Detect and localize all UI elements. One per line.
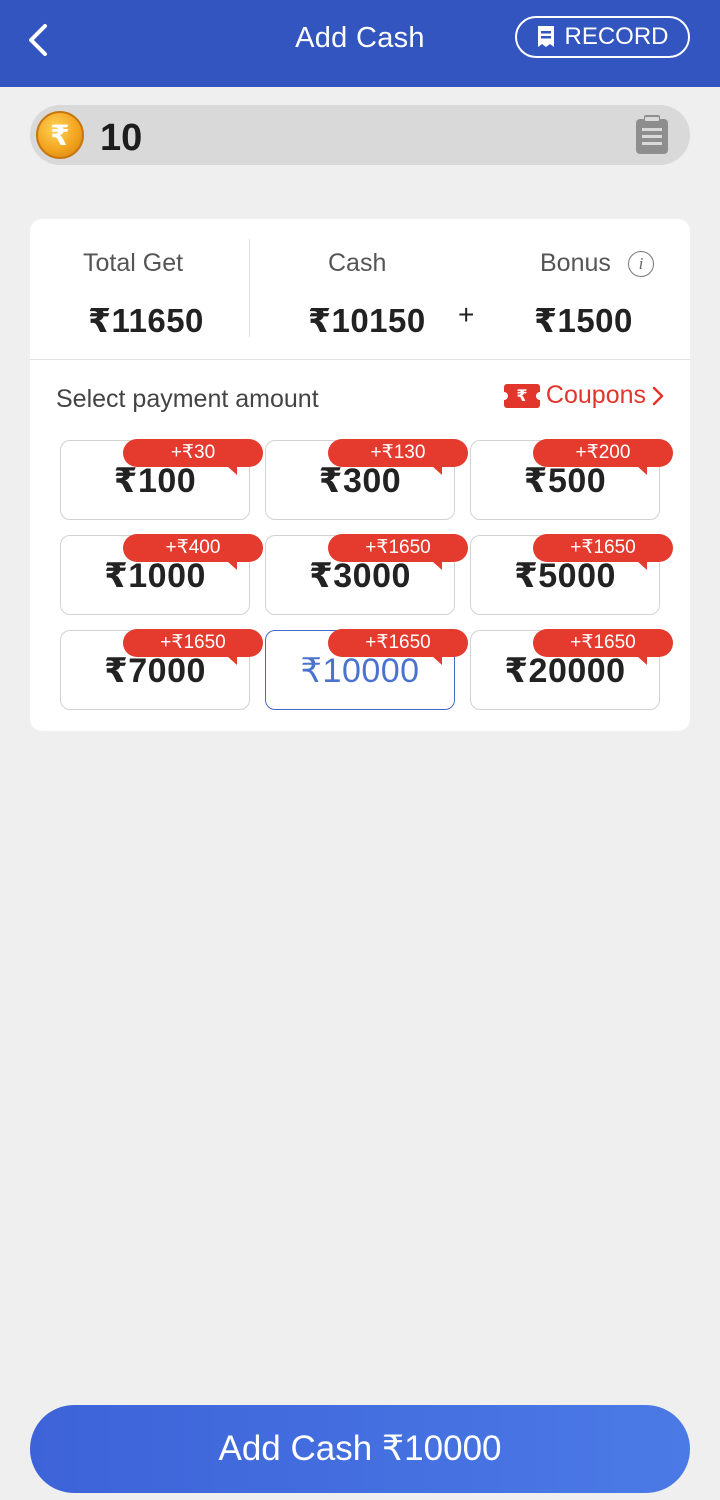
- total-get-value: ₹11650: [88, 302, 204, 339]
- section-divider: [30, 359, 690, 360]
- info-icon[interactable]: i: [628, 251, 654, 277]
- bonus-tag: +₹1650: [123, 629, 263, 665]
- add-cash-button[interactable]: Add Cash ₹10000: [30, 1405, 690, 1493]
- cash-value: ₹10150: [308, 302, 426, 339]
- plus-sign: +: [458, 299, 475, 330]
- amount-value: ₹7000: [104, 652, 206, 690]
- total-get-label: Total Get: [83, 249, 184, 277]
- amount-option[interactable]: +₹200 ₹500: [470, 439, 673, 520]
- amount-option[interactable]: +₹1650 ₹3000: [265, 534, 468, 615]
- amount-option[interactable]: +₹1650 ₹7000: [60, 629, 263, 710]
- amount-option-selected[interactable]: +₹1650 ₹10000: [265, 629, 468, 710]
- bonus-tag: +₹30: [123, 439, 263, 475]
- amount-value: ₹500: [523, 462, 607, 500]
- bonus-tag: +₹1650: [533, 629, 673, 665]
- amount-value: ₹5000: [514, 557, 616, 595]
- amount-value: ₹10000: [300, 652, 420, 690]
- summary-divider: [249, 239, 250, 337]
- bonus-value: ₹1500: [534, 302, 633, 339]
- clipboard-button[interactable]: [634, 115, 670, 155]
- balance-bar: ₹ 10: [30, 105, 690, 165]
- amount-option[interactable]: +₹400 ₹1000: [60, 534, 263, 615]
- amount-value: ₹300: [318, 462, 402, 500]
- add-cash-screen: Add Cash RECORD ₹ 10 Total Get ₹11650 Ca…: [0, 0, 720, 1500]
- add-cash-label: Add Cash ₹10000: [218, 1429, 502, 1468]
- top-app-bar: Add Cash RECORD: [0, 0, 720, 87]
- amount-option[interactable]: +₹1650 ₹5000: [470, 534, 673, 615]
- coupon-ticket-icon: ₹: [499, 383, 544, 408]
- amount-option[interactable]: +₹30 ₹100: [60, 439, 263, 520]
- bonus-label: Bonus: [540, 249, 611, 277]
- rupee-coin-icon: ₹: [36, 111, 84, 159]
- balance-value: 10: [100, 117, 143, 159]
- receipt-icon: [538, 26, 555, 47]
- bonus-tag: +₹200: [533, 439, 673, 475]
- chevron-right-icon: [652, 386, 664, 405]
- select-amount-label: Select payment amount: [56, 385, 319, 413]
- record-button[interactable]: RECORD: [515, 16, 690, 58]
- amount-value: ₹3000: [309, 557, 411, 595]
- cash-label: Cash: [328, 249, 387, 277]
- bonus-tag: +₹1650: [328, 629, 468, 665]
- summary-section: Total Get ₹11650 Cash ₹10150 + Bonus i ₹…: [30, 219, 690, 359]
- coupons-label: Coupons: [545, 381, 646, 409]
- bonus-tag: +₹1650: [533, 534, 673, 570]
- payment-card: Total Get ₹11650 Cash ₹10150 + Bonus i ₹…: [30, 219, 690, 731]
- amount-option[interactable]: +₹130 ₹300: [265, 439, 468, 520]
- amount-option[interactable]: +₹1650 ₹20000: [470, 629, 673, 710]
- bonus-tag: +₹1650: [328, 534, 468, 570]
- amount-value: ₹20000: [504, 652, 626, 690]
- record-label: RECORD: [564, 23, 669, 50]
- coupons-link[interactable]: ₹ Coupons: [499, 381, 664, 410]
- amount-value: ₹1000: [104, 557, 206, 595]
- bonus-tag: +₹400: [123, 534, 263, 570]
- clipboard-icon: [636, 115, 668, 154]
- bonus-tag: +₹130: [328, 439, 468, 475]
- amount-value: ₹100: [113, 462, 197, 500]
